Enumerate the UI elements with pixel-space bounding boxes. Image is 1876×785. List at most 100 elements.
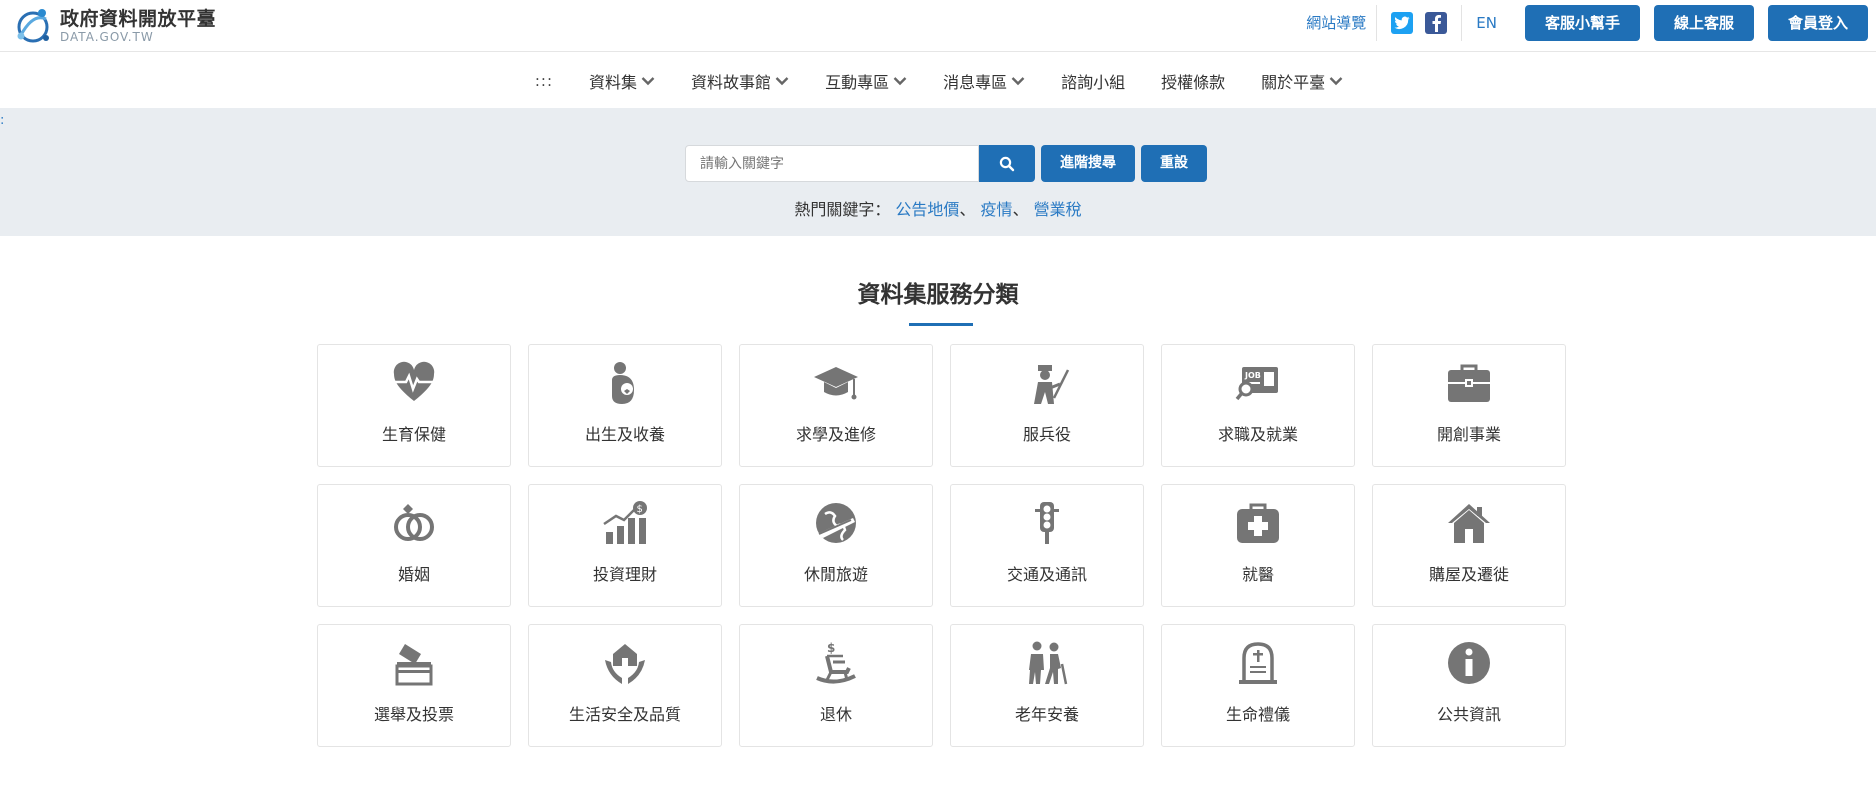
category-card-investment[interactable]: $ 投資理財: [528, 484, 722, 607]
search-input[interactable]: [685, 145, 979, 182]
nav-item-license[interactable]: 授權條款: [1161, 69, 1225, 93]
category-card-entrepreneurship[interactable]: 開創事業: [1372, 344, 1566, 467]
hot-keyword-separator: 、: [959, 200, 976, 219]
nav-item-label: 互動專區: [825, 72, 890, 92]
parent-baby-icon: [601, 359, 649, 407]
category-label: 就醫: [1241, 565, 1274, 584]
nav-item-interactive[interactable]: 互動專區: [825, 69, 907, 93]
facebook-icon[interactable]: [1425, 12, 1448, 34]
nav-item-news[interactable]: 消息專區: [943, 69, 1025, 93]
category-card-employment[interactable]: JOB 求職及就業: [1161, 344, 1355, 467]
category-label: 婚姻: [397, 565, 430, 584]
category-label: 公共資訊: [1436, 705, 1501, 724]
category-label: 購屋及遷徙: [1428, 565, 1509, 584]
twitter-icon[interactable]: [1391, 12, 1414, 34]
language-switch-en[interactable]: EN: [1461, 5, 1511, 41]
chevron-down-icon: [775, 76, 789, 85]
category-label: 出生及收養: [584, 425, 665, 444]
hot-keyword-separator: 、: [1012, 200, 1029, 219]
category-label: 選舉及投票: [373, 705, 454, 724]
category-label: 服兵役: [1022, 425, 1071, 444]
info-icon: [1445, 639, 1493, 687]
category-card-life-safety[interactable]: 生活安全及品質: [528, 624, 722, 747]
category-label: 交通及通訊: [1006, 565, 1087, 584]
nav-item-label: 授權條款: [1161, 72, 1226, 92]
category-card-medical[interactable]: 就醫: [1161, 484, 1355, 607]
growth-chart-icon: $: [601, 499, 649, 547]
category-label: 休閒旅遊: [803, 565, 868, 584]
logo-subtitle: DATA.GOV.TW: [60, 30, 154, 44]
chevron-down-icon: [893, 76, 907, 85]
header: 政府資料開放平臺 DATA.GOV.TW 網站導覽 EN 客服小幫手 線上客服 …: [0, 0, 1876, 52]
nav-item-label: 關於平臺: [1261, 72, 1326, 92]
chevron-down-icon: [641, 76, 655, 85]
category-label: 求學及進修: [795, 425, 876, 444]
nav-item-advisory[interactable]: 諮詢小組: [1061, 69, 1125, 93]
elderly-icon: [1023, 639, 1071, 687]
category-card-military-service[interactable]: 服兵役: [950, 344, 1144, 467]
category-card-education[interactable]: 求學及進修: [739, 344, 933, 467]
hot-keywords-label: 熱門關鍵字：: [794, 200, 891, 219]
chevron-down-icon: [1011, 76, 1025, 85]
medical-kit-icon: [1234, 499, 1282, 547]
category-card-leisure-travel[interactable]: 休閒旅遊: [739, 484, 933, 607]
accesskey-mark[interactable]: :: [0, 113, 4, 128]
advanced-search-button[interactable]: 進階搜尋: [1041, 145, 1135, 182]
helper-button[interactable]: 客服小幫手: [1524, 5, 1640, 41]
search-band: : 進階搜尋 重設 熱門關鍵字： 公告地價、 疫情、 營業稅: [0, 108, 1876, 236]
hot-keywords: 熱門關鍵字： 公告地價、 疫情、 營業稅: [0, 196, 1876, 220]
main-nav: ::: 資料集 資料故事館 互動專區 消息專區 諮詢小組 授權條款 關於平臺: [0, 53, 1876, 108]
hot-keyword-link[interactable]: 疫情: [981, 200, 1013, 219]
svg-text:$: $: [827, 641, 835, 655]
search-icon: [999, 156, 1015, 171]
heart-pulse-icon: [390, 359, 438, 407]
category-label: 開創事業: [1436, 425, 1501, 444]
hot-keyword-link[interactable]: 營業稅: [1034, 200, 1082, 219]
category-label: 生育保健: [381, 425, 446, 444]
logo-title: 政府資料開放平臺: [60, 8, 217, 30]
category-label: 投資理財: [592, 565, 657, 584]
nav-item-label: 消息專區: [943, 72, 1008, 92]
reset-button[interactable]: 重設: [1141, 145, 1207, 182]
nav-item-stories[interactable]: 資料故事館: [691, 69, 789, 93]
nav-item-label: 諮詢小組: [1061, 72, 1126, 92]
category-card-housing[interactable]: 購屋及遷徙: [1372, 484, 1566, 607]
chevron-down-icon: [1329, 76, 1343, 85]
category-label: 生活安全及品質: [568, 705, 681, 724]
site-logo[interactable]: 政府資料開放平臺 DATA.GOV.TW: [12, 6, 216, 46]
category-card-elderly-care[interactable]: 老年安養: [950, 624, 1144, 747]
section-title: 資料集服務分類: [857, 282, 1019, 308]
category-label: 老年安養: [1014, 705, 1079, 724]
house-icon: [1445, 499, 1493, 547]
nav-item-about[interactable]: 關於平臺: [1261, 69, 1343, 93]
svg-text:$: $: [637, 504, 643, 515]
category-card-retirement[interactable]: $ 退休: [739, 624, 933, 747]
category-label: 生命禮儀: [1225, 705, 1290, 724]
hands-house-icon: [601, 639, 649, 687]
sitemap-link[interactable]: 網站導覽: [1296, 5, 1378, 41]
ballot-box-icon: [390, 639, 438, 687]
category-card-birth-adoption[interactable]: 出生及收養: [528, 344, 722, 467]
hot-keyword-link[interactable]: 公告地價: [895, 200, 959, 219]
job-search-icon: JOB: [1234, 359, 1282, 407]
nav-item-label: 資料故事館: [691, 72, 772, 92]
online-service-button[interactable]: 線上客服: [1653, 5, 1754, 41]
category-card-funeral[interactable]: 生命禮儀: [1161, 624, 1355, 747]
category-card-public-info[interactable]: 公共資訊: [1372, 624, 1566, 747]
nav-item-datasets[interactable]: 資料集: [589, 69, 655, 93]
member-login-button[interactable]: 會員登入: [1767, 5, 1868, 41]
category-card-reproductive-health[interactable]: 生育保健: [317, 344, 511, 467]
logo-mark-icon: [12, 5, 54, 47]
search-button[interactable]: [979, 145, 1035, 182]
category-card-transport[interactable]: 交通及通訊: [950, 484, 1144, 607]
category-card-elections[interactable]: 選舉及投票: [317, 624, 511, 747]
tombstone-icon: [1234, 639, 1282, 687]
category-card-marriage[interactable]: 婚姻: [317, 484, 511, 607]
category-label: 退休: [819, 705, 852, 724]
accesskey-dots[interactable]: :::: [535, 72, 553, 90]
briefcase-icon: [1445, 359, 1493, 407]
nav-item-label: 資料集: [589, 72, 638, 92]
title-underline: [909, 323, 973, 326]
svg-text:JOB: JOB: [1244, 371, 1261, 380]
soldier-icon: [1023, 359, 1071, 407]
